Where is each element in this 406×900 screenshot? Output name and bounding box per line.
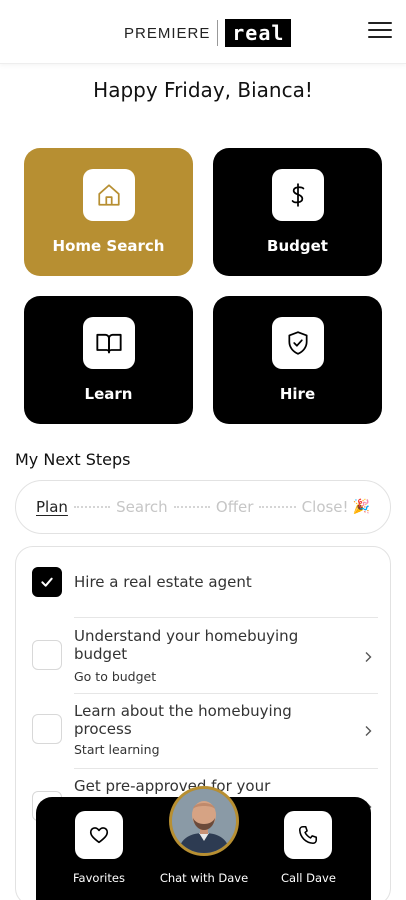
- dollar-icon: [271, 169, 324, 221]
- tile-label: Hire: [279, 385, 316, 403]
- step-connector: [259, 506, 296, 508]
- brand-logo-text-left: PREMIERE: [124, 24, 211, 42]
- hamburger-menu-icon[interactable]: [368, 20, 392, 40]
- tile-learn[interactable]: Learn: [24, 296, 193, 424]
- checkmark-icon: [41, 577, 53, 587]
- party-popper-icon: 🎉: [352, 499, 370, 515]
- chat-with-dave-button[interactable]: Chat with Dave: [150, 871, 258, 885]
- step-connector: [73, 506, 111, 508]
- agent-photo: [172, 789, 236, 853]
- step-plan[interactable]: Plan: [36, 498, 68, 516]
- tile-budget[interactable]: Budget: [213, 148, 382, 276]
- call-dave-label: Call Dave: [281, 871, 336, 885]
- tile-label: Budget: [267, 237, 328, 255]
- favorites-button[interactable]: Favorites: [73, 811, 125, 885]
- task-link-go-to-budget[interactable]: Go to budget: [74, 669, 156, 684]
- step-offer[interactable]: Offer: [216, 498, 254, 516]
- task-title: Hire a real estate agent: [74, 573, 252, 591]
- call-dave-button[interactable]: Call Dave: [281, 811, 336, 885]
- app-header: PREMIERE real: [0, 0, 406, 64]
- step-close[interactable]: Close!: [302, 498, 349, 516]
- progress-stepper: Plan Search Offer Close! 🎉: [15, 480, 391, 534]
- heart-icon: [74, 811, 123, 859]
- chevron-right-icon: [365, 652, 372, 662]
- greeting-heading: Happy Friday, Bianca!: [93, 78, 313, 102]
- chevron-right-icon: [365, 726, 372, 736]
- tile-home-search[interactable]: Home Search: [24, 148, 193, 276]
- task-title: Understand your homebuying budget: [74, 627, 299, 663]
- task-item-learn[interactable]: Learn about the homebuying process Start…: [16, 694, 390, 768]
- next-steps-title: My Next Steps: [15, 450, 131, 469]
- book-icon: [82, 317, 135, 369]
- step-search[interactable]: Search: [116, 498, 168, 516]
- task-title: Learn about the homebuying process: [74, 702, 292, 738]
- brand-logo[interactable]: PREMIERE real: [124, 18, 292, 48]
- task-checkbox[interactable]: [32, 567, 62, 597]
- shield-check-icon: [271, 317, 324, 369]
- task-checkbox[interactable]: [32, 640, 62, 670]
- step-connector: [173, 506, 210, 508]
- brand-logo-text-right: real: [225, 19, 292, 47]
- task-item-hire-agent[interactable]: Hire a real estate agent: [16, 547, 390, 617]
- tile-label: Home Search: [52, 237, 165, 255]
- task-link-start-learning[interactable]: Start learning: [74, 742, 160, 757]
- tile-hire[interactable]: Hire: [213, 296, 382, 424]
- phone-icon: [284, 811, 333, 859]
- tile-label: Learn: [84, 385, 133, 403]
- agent-avatar[interactable]: [169, 786, 239, 856]
- task-item-budget[interactable]: Understand your homebuying budget Go to …: [16, 618, 390, 693]
- home-icon: [82, 169, 135, 221]
- favorites-label: Favorites: [73, 871, 125, 885]
- task-checkbox[interactable]: [32, 714, 62, 744]
- brand-divider: [217, 20, 219, 46]
